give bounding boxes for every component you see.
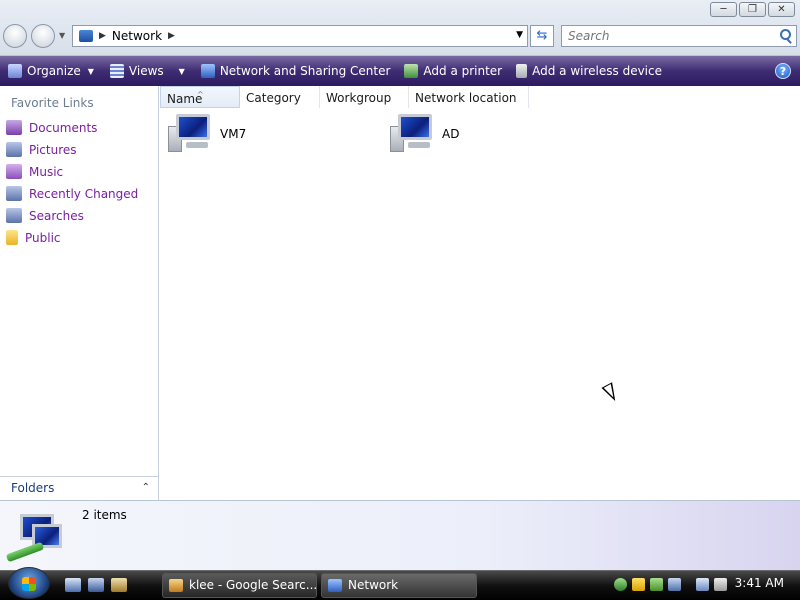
breadcrumb-network[interactable]: Network [112,29,162,43]
views-icon [109,64,124,78]
pictures-icon [6,142,22,157]
documents-icon [6,120,22,135]
printer-icon [404,64,419,78]
show-desktop-icon[interactable] [65,578,81,592]
taskbar-button-label: Network [348,578,399,592]
network-icon [328,579,342,592]
column-header-label: Network location [415,91,517,105]
chevron-up-icon[interactable]: ⌃ [142,477,150,499]
sidebar-item-label: Music [29,164,64,179]
sort-ascending-icon: ^ [197,90,204,99]
column-header-network-location[interactable]: Network location [409,86,529,108]
sidebar-item-documents[interactable]: Documents [6,120,97,135]
volume-muted-icon[interactable] [714,578,727,591]
network-sharing-center-label: Network and Sharing Center [219,64,391,78]
public-folder-icon [6,230,18,245]
column-header-workgroup[interactable]: Workgroup [320,86,409,108]
search-icon[interactable] [780,29,791,40]
forward-button[interactable] [31,24,55,48]
window-controls: ─ ❐ ✕ [710,2,795,18]
computer-icon [388,112,436,156]
searches-icon [6,208,22,223]
network-location-icon [79,30,93,42]
file-list[interactable]: ^ Name Category Workgroup Network locati… [160,86,800,500]
network-tray-icon[interactable] [696,578,709,591]
add-wireless-device-label: Add a wireless device [532,64,662,78]
back-button[interactable] [3,24,27,48]
address-dropdown-icon[interactable]: ▼ [516,30,523,40]
chevron-down-icon: ▼ [178,66,185,76]
sidebar-item-label: Public [25,230,61,245]
folders-toggle[interactable]: Folders ⌃ [0,476,159,500]
firefox-icon [169,579,183,592]
refresh-button[interactable]: ⇆ [530,25,554,47]
organize-button[interactable]: Organize ▼ [0,56,100,86]
network-computers-icon [5,514,66,564]
item-count: 2 items [82,508,127,522]
firefox-quicklaunch-icon[interactable] [111,578,127,592]
recent-icon [6,186,22,201]
network-sharing-center-button[interactable]: Network and Sharing Center [191,56,397,86]
sidebar-item-recently-changed[interactable]: Recently Changed [6,186,138,201]
clock[interactable]: 3:41 AM [735,576,784,590]
sidebar-item-label: Pictures [29,142,77,157]
user-status-icon[interactable] [614,578,627,591]
sidebar-item-public[interactable]: Public [6,230,61,245]
add-printer-button[interactable]: Add a printer [396,56,508,86]
update-icon[interactable] [650,578,663,591]
column-header-label: Category [246,91,301,105]
sidebar-item-label: Searches [29,208,84,223]
minimize-button[interactable]: ─ [710,2,737,17]
folders-label: Folders [11,481,55,495]
column-header-label: Workgroup [326,91,392,105]
breadcrumb-chevron-icon[interactable]: ▶ [168,31,175,41]
computer-icon [166,112,214,156]
search-input[interactable] [561,25,797,47]
wireless-device-icon [516,64,528,78]
switch-windows-icon[interactable] [88,578,104,592]
maximize-button[interactable]: ❐ [739,2,766,17]
sidebar-item-searches[interactable]: Searches [6,208,84,223]
security-shield-icon[interactable] [632,578,645,591]
column-header-name[interactable]: ^ Name [160,86,240,108]
network-item-vm7[interactable]: VM7 [166,112,246,156]
chevron-down-icon: ▼ [87,66,94,76]
network-item-label: VM7 [220,127,247,141]
organize-icon [8,64,22,78]
sidebar-item-label: Recently Changed [29,186,139,201]
organize-label: Organize [27,64,81,78]
music-icon [6,164,22,179]
breadcrumb-chevron-icon[interactable]: ▶ [99,31,106,41]
views-label: Views [128,64,164,78]
favorite-links-header: Favorite Links [11,96,94,110]
add-wireless-device-button[interactable]: Add a wireless device [508,56,668,86]
add-printer-label: Add a printer [423,64,503,78]
network-center-icon [200,64,215,78]
close-button[interactable]: ✕ [768,2,795,17]
network-item-label: AD [442,127,460,141]
address-bar[interactable]: ▶ Network ▶ ▼ [72,25,528,47]
sidebar-item-music[interactable]: Music [6,164,63,179]
command-toolbar: Organize ▼ Views ▼ Network and Sharing C… [0,56,800,86]
taskbar-button-network[interactable]: Network [321,573,477,598]
help-button[interactable]: ? [775,63,791,79]
tray-app-icon[interactable] [668,578,681,591]
sidebar-item-pictures[interactable]: Pictures [6,142,77,157]
recent-pages-dropdown[interactable]: ▼ [59,31,65,40]
views-button[interactable]: Views ▼ [100,56,191,86]
column-header-category[interactable]: Category [240,86,320,108]
network-item-ad[interactable]: AD [388,112,459,156]
taskbar-button-firefox[interactable]: klee - Google Searc... [162,573,317,598]
navigation-pane: Favorite Links Documents Pictures Music … [0,86,159,500]
taskbar-button-label: klee - Google Searc... [189,578,317,592]
sidebar-item-label: Documents [29,120,98,135]
start-button[interactable] [8,567,50,599]
